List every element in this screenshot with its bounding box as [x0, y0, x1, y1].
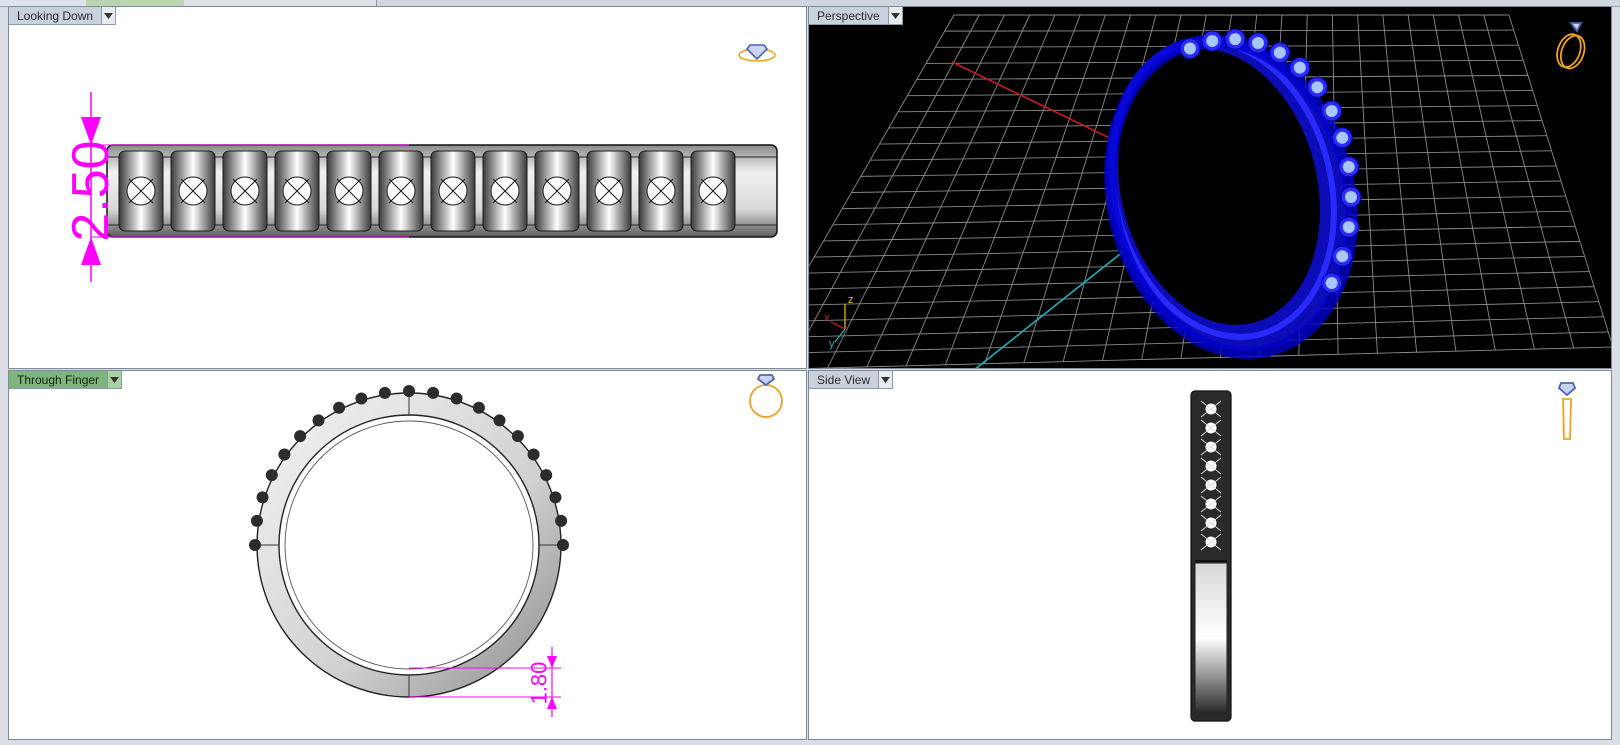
- viewport-name: Looking Down: [9, 7, 103, 25]
- ring-gem-icon[interactable]: [749, 374, 783, 418]
- viewport-label[interactable]: Looking Down: [9, 7, 117, 25]
- ring-gem-icon[interactable]: [738, 44, 776, 62]
- ring-gem-icon[interactable]: [1553, 22, 1589, 72]
- looking-down-drawing: 2.50: [62, 44, 778, 282]
- chevron-down-icon[interactable]: [879, 371, 894, 389]
- chevron-down-icon[interactable]: [888, 7, 903, 25]
- dimension-label: 1.80: [527, 662, 552, 705]
- dimension-label: 2.50: [62, 140, 120, 241]
- perspective-drawing: z x y: [809, 14, 1611, 368]
- viewport-name: Perspective: [809, 7, 889, 25]
- viewport-perspective[interactable]: Perspective z x y: [808, 6, 1612, 369]
- chevron-down-icon[interactable]: [102, 7, 117, 25]
- ring-gem-icon[interactable]: [1557, 382, 1577, 440]
- viewport-name: Through Finger: [9, 371, 109, 389]
- viewport-label[interactable]: Side View: [809, 371, 894, 389]
- axis-z-label: z: [848, 294, 854, 306]
- side-view-drawing: [1190, 382, 1577, 722]
- viewport-label[interactable]: Perspective: [809, 7, 903, 25]
- through-finger-drawing: 1.80: [249, 374, 783, 717]
- viewport-name: Side View: [809, 371, 880, 389]
- viewport-label[interactable]: Through Finger: [9, 371, 123, 389]
- axis-y-label: y: [829, 338, 835, 350]
- viewport-side-view[interactable]: Side View: [808, 370, 1612, 740]
- viewport-through-finger[interactable]: Through Finger 1.80: [8, 370, 807, 740]
- chevron-down-icon[interactable]: [108, 371, 123, 389]
- axis-x-label: x: [824, 312, 830, 324]
- viewport-looking-down[interactable]: Looking Down 2.50: [8, 6, 807, 369]
